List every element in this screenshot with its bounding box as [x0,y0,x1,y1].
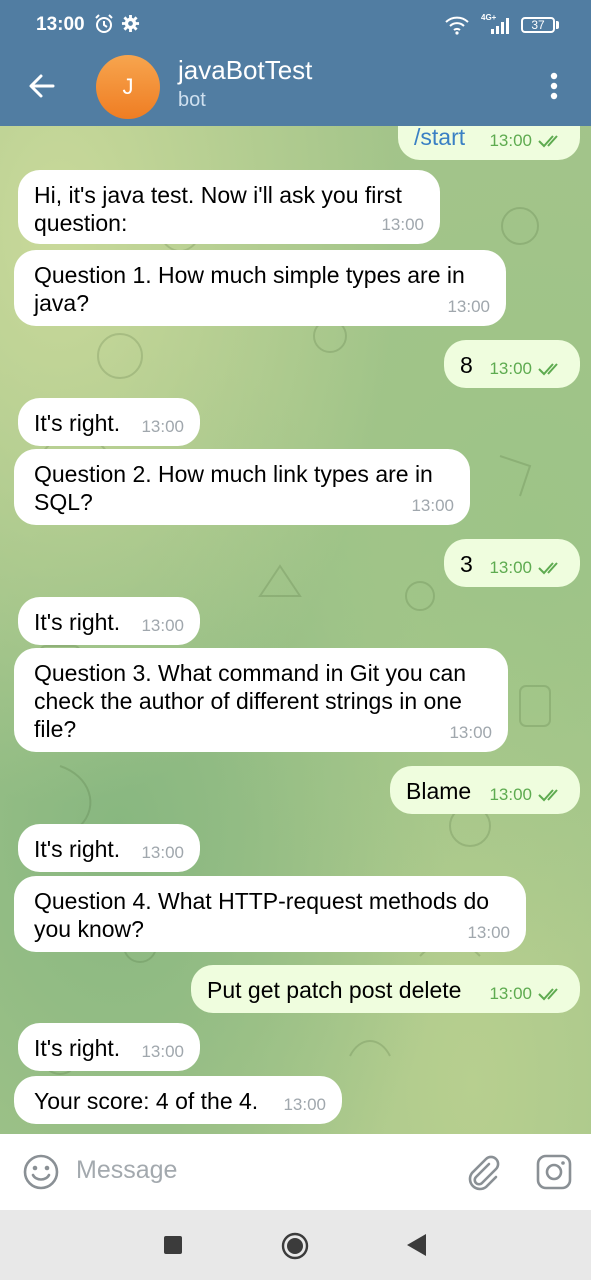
system-nav-bar [0,1210,591,1280]
message-incoming[interactable]: Question 3. What command in Git you can … [14,648,508,752]
avatar[interactable]: J [96,55,160,119]
message-time: 13:00 [489,359,532,378]
wifi-icon [445,16,469,35]
message-outgoing[interactable]: Blame 13:00 [390,766,580,814]
message-incoming[interactable]: Hi, it's java test. Now i'll ask you fir… [18,170,440,244]
camera-icon[interactable] [535,1153,573,1191]
back-triangle-icon[interactable] [404,1232,428,1258]
message-time: 13:00 [411,496,454,515]
chat-subtitle: bot [178,89,206,111]
arrow-left-icon[interactable] [24,68,60,104]
recents-icon[interactable] [164,1236,182,1254]
message-time: 13:00 [141,616,184,635]
message-time: 13:00 [489,131,532,150]
message-text: Question 3. What command in Git you can … [34,660,467,742]
message-time: 13:00 [489,984,532,1003]
double-check-icon [538,363,558,376]
message-time: 13:00 [489,785,532,804]
message-time: 13:00 [381,215,424,234]
message-text: Question 4. What HTTP-request methods do… [34,888,490,942]
message-text: Your score: 4 of the 4. [34,1088,259,1114]
avatar-letter: J [122,74,134,99]
message-incoming[interactable]: It's right. 13:00 [18,398,200,446]
battery-tip [556,21,559,29]
message-time: 13:00 [141,1042,184,1061]
message-incoming[interactable]: Question 2. How much link types are in S… [14,449,470,525]
message-time: 13:00 [141,843,184,862]
battery-level: 37 [531,18,545,32]
message-outgoing[interactable]: Put get patch post delete 13:00 [191,965,580,1013]
message-incoming[interactable]: It's right. 13:00 [18,1023,200,1071]
chat-history[interactable]: /start 13:00 Hi, it's java test. Now i'l… [0,126,591,1134]
message-time: 13:00 [141,417,184,436]
double-check-icon [538,789,558,802]
message-time: 13:00 [467,923,510,942]
alarm-icon [95,14,113,33]
message-outgoing[interactable]: 8 13:00 [444,340,580,388]
paperclip-icon[interactable] [462,1152,502,1192]
double-check-icon [538,562,558,575]
home-icon[interactable] [281,1232,309,1260]
double-check-icon [538,135,558,148]
emoji-icon[interactable] [22,1153,60,1191]
message-time: 13:00 [489,558,532,577]
message-incoming[interactable]: Question 4. What HTTP-request methods do… [14,876,526,952]
message-incoming[interactable]: Question 1. How much simple types are in… [14,250,506,326]
more-vert-icon[interactable] [540,68,568,104]
message-outgoing[interactable]: /start 13:00 [398,126,580,160]
status-bar: 13:00 4G+ 37 [0,0,591,50]
settings-gear-icon [121,14,140,33]
message-text: Hi, it's java test. Now i'll ask you fir… [34,182,402,236]
message-time: 13:00 [449,723,492,742]
message-composer: Message [0,1134,591,1210]
status-time: 13:00 [36,14,85,35]
message-text: Question 2. How much link types are in S… [34,461,433,515]
message-time: 13:00 [447,297,490,316]
signal-icon [491,18,509,34]
chat-title[interactable]: javaBotTest [178,55,312,86]
message-input[interactable]: Message [76,1156,177,1185]
message-incoming[interactable]: Your score: 4 of the 4. 13:00 [14,1076,342,1124]
double-check-icon [538,988,558,1001]
message-time: 13:00 [283,1095,326,1114]
message-incoming[interactable]: It's right. 13:00 [18,597,200,645]
message-outgoing[interactable]: 3 13:00 [444,539,580,587]
message-incoming[interactable]: It's right. 13:00 [18,824,200,872]
chat-header: J javaBotTest bot [0,50,591,126]
battery-icon: 37 [521,17,555,33]
message-text: Question 1. How much simple types are in… [34,262,465,316]
